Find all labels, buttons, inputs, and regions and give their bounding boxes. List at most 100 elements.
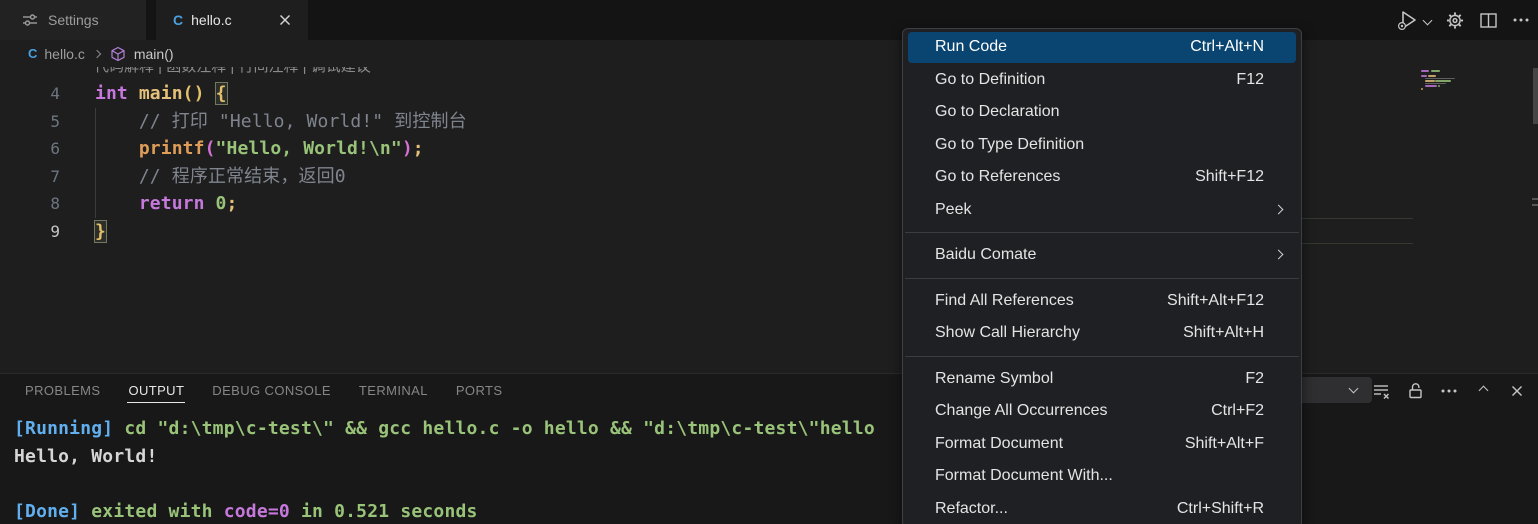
menu-item-rename-symbol[interactable]: Rename SymbolF2 xyxy=(908,364,1296,395)
unlock-icon[interactable] xyxy=(1406,382,1424,400)
panel-tab-output[interactable]: OUTPUT xyxy=(114,374,198,407)
menu-item-shortcut: Shift+Alt+H xyxy=(1183,324,1264,342)
menu-item-go-to-references[interactable]: Go to ReferencesShift+F12 xyxy=(908,162,1296,193)
menu-item-shortcut: F2 xyxy=(1245,370,1264,388)
menu-item-go-to-type-definition[interactable]: Go to Type Definition xyxy=(908,130,1296,161)
line-number: 8 xyxy=(0,190,60,218)
overview-ruler-mark xyxy=(1532,204,1538,206)
editor-scrollbar[interactable] xyxy=(1533,68,1538,124)
symbol-cube-icon xyxy=(109,45,127,63)
menu-item-shortcut: Shift+F12 xyxy=(1195,168,1264,186)
gear-icon[interactable] xyxy=(1446,11,1464,29)
code-line-6[interactable]: 6 printf("Hello, World!\n"); xyxy=(0,135,1538,163)
tab-hello-c[interactable]: C hello.c xyxy=(156,0,308,40)
split-editor-icon[interactable] xyxy=(1479,11,1497,29)
menu-item-baidu-comate[interactable]: Baidu Comate xyxy=(908,240,1296,271)
maximize-panel-icon[interactable] xyxy=(1474,382,1492,400)
menu-item-label: Go to Definition xyxy=(935,71,1236,89)
menu-item-label: Rename Symbol xyxy=(935,370,1245,388)
ellipsis-icon[interactable] xyxy=(1440,382,1458,400)
chevron-down-icon xyxy=(1349,384,1359,394)
ellipsis-icon[interactable] xyxy=(1512,11,1530,29)
menu-item-shortcut: Ctrl+Shift+R xyxy=(1177,500,1264,518)
panel-tab-problems[interactable]: PROBLEMS xyxy=(11,374,114,407)
code-line-4[interactable]: 4 int main() { xyxy=(0,80,1538,108)
menu-item-shortcut: F12 xyxy=(1236,71,1264,89)
code-line-7[interactable]: 7 // 程序正常结束，返回0 xyxy=(0,163,1538,191)
code-text: // 程序正常结束，返回0 xyxy=(95,163,346,191)
panel-tab-terminal[interactable]: TERMINAL xyxy=(345,374,442,407)
minimap[interactable] xyxy=(1421,67,1461,373)
run-code-icon xyxy=(1395,8,1421,32)
sliders-icon xyxy=(21,11,39,29)
menu-item-find-all-references[interactable]: Find All ReferencesShift+Alt+F12 xyxy=(908,286,1296,317)
editor-tab-bar: Settings C hello.c xyxy=(0,0,1538,40)
tab-hello-c-label: hello.c xyxy=(191,12,231,28)
breadcrumb-file[interactable]: hello.c xyxy=(44,46,84,62)
widget-border xyxy=(1302,243,1413,244)
c-file-icon: C xyxy=(173,12,183,28)
minimap-line xyxy=(1425,85,1437,87)
menu-item-shortcut: Shift+Alt+F xyxy=(1185,435,1264,453)
menu-item-run-code[interactable]: Run CodeCtrl+Alt+N xyxy=(908,32,1296,63)
menu-item-change-all-occurrences[interactable]: Change All OccurrencesCtrl+F2 xyxy=(908,396,1296,427)
line-number: 5 xyxy=(0,108,60,136)
close-panel-icon[interactable] xyxy=(1508,382,1526,400)
output-channel-dropdown[interactable] xyxy=(1302,377,1372,403)
tab-settings[interactable]: Settings xyxy=(0,0,146,40)
line-number: 6 xyxy=(0,135,60,163)
line-number: 9 xyxy=(0,218,60,246)
output-log[interactable]: [Running] cd "d:\tmp\c-test\" && gcc hel… xyxy=(0,408,1538,524)
menu-item-refactor[interactable]: Refactor...Ctrl+Shift+R xyxy=(908,494,1296,524)
output-line xyxy=(14,470,1538,498)
submenu-chevron-icon xyxy=(1274,250,1284,260)
minimap-line xyxy=(1431,70,1440,72)
code-line-5[interactable]: 5 // 打印 "Hello, World!" 到控制台 xyxy=(0,108,1538,136)
code-line-8[interactable]: 8 return 0; xyxy=(0,190,1538,218)
menu-separator xyxy=(905,356,1299,357)
menu-item-go-to-declaration[interactable]: Go to Declaration xyxy=(908,97,1296,128)
minimap-line xyxy=(1435,80,1451,82)
tab-settings-label: Settings xyxy=(48,12,99,28)
run-code-button[interactable] xyxy=(1395,8,1431,32)
menu-item-shortcut: Shift+Alt+F12 xyxy=(1167,292,1264,310)
menu-item-label: Refactor... xyxy=(935,500,1177,518)
menu-item-format-document[interactable]: Format DocumentShift+Alt+F xyxy=(908,429,1296,460)
line-number: 4 xyxy=(0,80,60,108)
code-editor[interactable]: 代码解释 | 函数注释 | 行间注释 | 调试建议 4int main() {5… xyxy=(0,67,1538,373)
menu-item-label: Run Code xyxy=(935,38,1190,56)
output-line: [Done] exited with code=0 in 0.521 secon… xyxy=(14,498,1538,524)
codelens-links[interactable]: 代码解释 | 函数注释 | 行间注释 | 调试建议 xyxy=(94,67,371,76)
output-line: [Running] cd "d:\tmp\c-test\" && gcc hel… xyxy=(14,415,1538,443)
menu-item-label: Show Call Hierarchy xyxy=(935,324,1183,342)
menu-separator xyxy=(905,232,1299,233)
menu-item-label: Baidu Comate xyxy=(935,246,1264,264)
clear-output-icon[interactable] xyxy=(1372,382,1390,400)
code-text: int main() { xyxy=(95,80,227,108)
menu-item-go-to-definition[interactable]: Go to DefinitionF12 xyxy=(908,65,1296,96)
breadcrumb-symbol[interactable]: main() xyxy=(134,46,174,62)
panel-actions xyxy=(1372,374,1526,407)
minimap-line xyxy=(1428,75,1436,77)
menu-separator xyxy=(905,278,1299,279)
menu-item-label: Format Document xyxy=(935,435,1185,453)
menu-item-label: Find All References xyxy=(935,292,1167,310)
menu-item-format-document-with[interactable]: Format Document With... xyxy=(908,461,1296,492)
code-line-9[interactable]: 9} xyxy=(0,218,1538,246)
panel-tab-ports[interactable]: PORTS xyxy=(442,374,517,407)
bottom-panel: PROBLEMSOUTPUTDEBUG CONSOLETERMINALPORTS… xyxy=(0,373,1538,524)
panel-tab-debug-console[interactable]: DEBUG CONSOLE xyxy=(198,374,345,407)
menu-item-shortcut: Ctrl+F2 xyxy=(1211,402,1264,420)
overview-ruler-mark xyxy=(1532,198,1538,200)
code-text: return 0; xyxy=(95,190,237,218)
menu-item-label: Format Document With... xyxy=(935,467,1264,485)
menu-item-shortcut: Ctrl+Alt+N xyxy=(1190,38,1264,56)
close-tab-icon[interactable] xyxy=(276,11,294,29)
line-number: 7 xyxy=(0,163,60,191)
code-text: // 打印 "Hello, World!" 到控制台 xyxy=(95,108,467,136)
menu-item-show-call-hierarchy[interactable]: Show Call HierarchyShift+Alt+H xyxy=(908,318,1296,349)
minimap-line xyxy=(1425,78,1455,80)
menu-item-peek[interactable]: Peek xyxy=(908,195,1296,226)
indent-guide xyxy=(95,108,96,218)
chevron-down-icon xyxy=(1423,15,1433,25)
